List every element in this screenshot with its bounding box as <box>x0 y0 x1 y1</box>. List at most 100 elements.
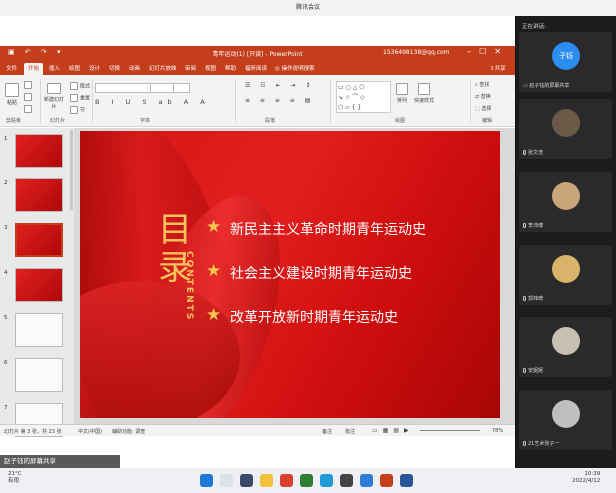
slide-thumbnail-5[interactable] <box>15 313 63 347</box>
ppt-title-bar: ▣ ↶ ↷ ▾ 青年运动(1) [只读] - PowerPoint 153649… <box>0 46 515 61</box>
copy-icon <box>24 93 32 101</box>
search-icon[interactable] <box>220 474 233 487</box>
tab-file[interactable]: 文件 <box>6 64 17 72</box>
window-controls[interactable]: –☐✕ <box>467 47 509 56</box>
arrange-button[interactable]: 排列 <box>396 83 408 104</box>
mic-icon <box>523 150 526 155</box>
tab-home[interactable]: 开始 <box>24 63 44 75</box>
ppt-status-bar: 幻灯片 第 3 张，共 23 张 中文(中国) 辅助功能: 调查 备注 批注 ▭… <box>0 424 515 436</box>
thumb-number: 6 <box>4 360 8 366</box>
tab-animations[interactable]: 动画 <box>129 64 140 72</box>
font-format-buttons[interactable]: B I U S ab A A <box>95 98 210 106</box>
cut-button[interactable] <box>24 81 34 89</box>
font-size-select[interactable] <box>150 83 174 93</box>
language-status[interactable]: 中文(中国) <box>78 428 102 435</box>
windows-start-icon[interactable] <box>200 474 213 487</box>
current-slide[interactable]: 目录 CONTENTS ★ 新民主主义革命时期青年运动史 ★ 社会主义建设时期青年运… <box>80 131 500 418</box>
participant-tile[interactable]: 21艺术张子一 <box>519 390 612 450</box>
tab-transitions[interactable]: 切换 <box>109 64 120 72</box>
tab-slideshow[interactable]: 幻灯片放映 <box>149 64 177 72</box>
tab-design[interactable]: 设计 <box>89 64 100 72</box>
arrange-icon <box>396 83 408 95</box>
align-controls[interactable]: ≡ ≡ ≡ ≡ ▤ <box>245 97 314 104</box>
participant-tile[interactable]: 安妮妮 <box>519 317 612 377</box>
thumb-number: 7 <box>4 405 8 411</box>
word-icon[interactable] <box>400 474 413 487</box>
slide-thumbnail-1[interactable] <box>15 134 63 168</box>
file-explorer-icon[interactable] <box>260 474 273 487</box>
group-slides-label: 幻灯片 <box>50 118 66 124</box>
participant-tile[interactable]: 郭玮琦 <box>519 245 612 305</box>
slide-thumbnail-6[interactable] <box>15 358 63 392</box>
tab-foxit[interactable]: 福昕阅读 <box>245 64 267 72</box>
tencent-meeting-icon[interactable] <box>360 474 373 487</box>
thumb-number: 1 <box>4 136 8 142</box>
zoom-level[interactable]: 78% <box>492 428 503 434</box>
replace-button[interactable]: ⇄ 替换 <box>475 93 491 100</box>
quick-styles-button[interactable]: 快速样式 <box>414 83 434 104</box>
speaking-label: 正在讲话: <box>522 24 546 30</box>
task-view-icon[interactable] <box>240 474 253 487</box>
tab-view[interactable]: 视图 <box>205 64 216 72</box>
share-button[interactable]: ⇪共享 <box>490 64 506 72</box>
app-icon[interactable] <box>340 474 353 487</box>
participant-tile[interactable]: 张文浩 <box>519 99 612 159</box>
styles-icon <box>418 83 430 95</box>
tab-help[interactable]: 帮助 <box>225 64 236 72</box>
zoom-slider[interactable] <box>420 430 480 431</box>
mic-icon <box>523 296 526 301</box>
copy-button[interactable] <box>24 93 34 101</box>
star-icon: ★ <box>206 305 222 325</box>
edge-icon[interactable] <box>320 474 333 487</box>
app-icon[interactable] <box>280 474 293 487</box>
account-name[interactable]: 1536498138@qq.com <box>383 49 450 56</box>
app-icon[interactable] <box>300 474 313 487</box>
windows-taskbar <box>0 468 616 493</box>
toc-item-3: ★ 改革开放新时期青年运动史 <box>206 305 398 326</box>
avatar <box>552 255 580 283</box>
system-clock[interactable]: 10:39 2022/4/12 <box>572 471 600 485</box>
slide-thumbnail-4[interactable] <box>15 268 63 302</box>
view-buttons[interactable]: ▭▦▤▶ <box>372 427 414 434</box>
participant-name: 郭玮琦 <box>528 296 544 302</box>
section-button[interactable]: 节 <box>70 106 85 114</box>
screen-share-label: 赵子钰的屏幕共享 <box>0 455 120 468</box>
tab-review[interactable]: 审阅 <box>185 64 196 72</box>
select-button[interactable]: ⬚ 选择 <box>475 105 491 112</box>
avatar <box>552 327 580 355</box>
slide-thumbnail-2[interactable] <box>15 178 63 212</box>
tab-insert[interactable]: 插入 <box>49 64 60 72</box>
shapes-gallery[interactable]: ▭ ○ △ ⬠ ↘ ☆ ⌒ ◇ ⬡ ▱ { } <box>336 81 391 113</box>
new-slide-button[interactable]: 新建幻灯片 <box>44 83 64 110</box>
weather-widget[interactable]: 21°C 有雨 <box>8 471 22 485</box>
find-button[interactable]: ⌕ 查找 <box>475 81 489 88</box>
section-icon <box>70 106 78 114</box>
reset-button[interactable]: 重置 <box>70 94 90 102</box>
participant-name: 21艺术张子一 <box>528 441 560 447</box>
scissors-icon <box>24 81 32 89</box>
notes-button[interactable]: 备注 <box>322 428 332 435</box>
toc-item-2: ★ 社会主义建设时期青年运动史 <box>206 261 412 282</box>
format-painter-button[interactable] <box>24 105 34 113</box>
font-family-select[interactable] <box>95 83 190 93</box>
mic-icon <box>523 368 526 373</box>
powerpoint-icon[interactable] <box>380 474 393 487</box>
slide-subtitle: CONTENTS <box>184 251 194 322</box>
avatar <box>552 182 580 210</box>
accessibility-status[interactable]: 辅助功能: 调查 <box>112 428 145 435</box>
thumbnail-scrollbar[interactable] <box>70 130 73 210</box>
tab-draw[interactable]: 绘图 <box>69 64 80 72</box>
participant-tile[interactable]: 李沛博 <box>519 172 612 232</box>
comments-button[interactable]: 批注 <box>345 428 355 435</box>
participant-tile[interactable]: 子钰 ▭ 赵子钰的屏幕共享 <box>519 32 612 92</box>
group-paragraph-label: 段落 <box>265 118 276 124</box>
tell-me-search[interactable]: ◎ 操作说明搜索 <box>275 64 315 72</box>
mic-icon <box>523 441 526 446</box>
bullets-controls[interactable]: ☰ ☷ ⇤ ⇥ ↕ <box>245 82 314 89</box>
paste-button[interactable]: 粘贴 <box>5 83 19 106</box>
group-clipboard-label: 剪贴板 <box>6 118 22 124</box>
layout-button[interactable]: 版式 <box>70 82 90 90</box>
slide-thumbnail-3[interactable] <box>15 223 63 257</box>
participant-name: 安妮妮 <box>528 368 544 374</box>
avatar <box>552 400 580 428</box>
